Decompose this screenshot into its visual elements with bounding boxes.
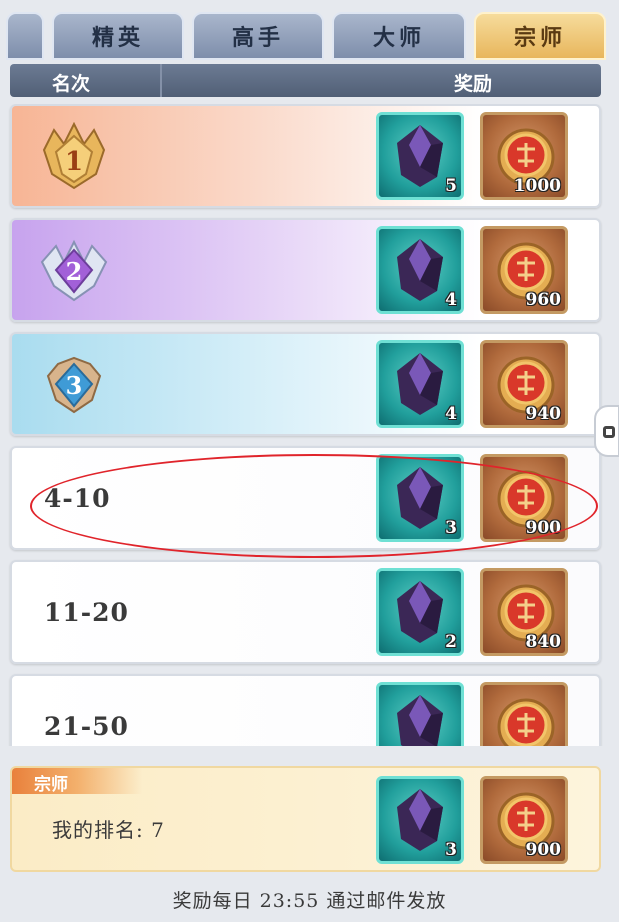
- reward-row: 11-20 2 840: [10, 560, 601, 664]
- coin-quantity: 900: [525, 840, 562, 860]
- coin-reward[interactable]: 940: [480, 340, 568, 428]
- tier-tag: 宗师: [12, 768, 142, 795]
- reward-row: 1 5 1000: [10, 104, 601, 208]
- reward-row: 3 4 940: [10, 332, 601, 436]
- crystal-reward[interactable]: 3: [376, 776, 464, 864]
- crystal-quantity: 4: [445, 290, 457, 310]
- tab-grandmaster[interactable]: 宗师: [474, 12, 606, 60]
- crystal-icon: [397, 239, 443, 301]
- coin-reward[interactable]: 840: [480, 568, 568, 656]
- coin-reward[interactable]: [480, 682, 568, 746]
- highlight-ellipse: [30, 454, 598, 558]
- crystal-quantity: 3: [445, 840, 457, 860]
- crystal-icon: [397, 125, 443, 187]
- reward-column-label: 奖励: [454, 73, 493, 95]
- panel-toggle-icon: [603, 426, 615, 438]
- crystal-quantity: 2: [445, 632, 457, 652]
- tab-edge: [6, 12, 44, 60]
- crystal-icon: [397, 695, 443, 746]
- coin-quantity: 1000: [513, 176, 561, 196]
- rank-range: 21-50: [44, 712, 129, 741]
- reward-row: 21-50: [10, 674, 601, 746]
- rank-number: 2: [66, 257, 83, 286]
- medal-coin-icon: [497, 698, 555, 746]
- crystal-icon: [397, 789, 443, 851]
- crystal-reward[interactable]: 2: [376, 568, 464, 656]
- coin-quantity: 940: [525, 404, 562, 424]
- crystal-icon: [397, 581, 443, 643]
- rank-number: 1: [65, 147, 83, 177]
- crystal-icon: [397, 353, 443, 415]
- reward-list[interactable]: 1 5 1000 2 4 960 3 4 940 4-10 3 900 11-2…: [0, 104, 619, 746]
- column-header: 名次 奖励: [10, 64, 601, 97]
- rank-number: 3: [66, 371, 83, 400]
- crystal-quantity: 5: [445, 176, 457, 196]
- my-ranking-panel: 宗师 我的排名: 7 3 900: [10, 766, 601, 872]
- rank-badge-icon: 3: [34, 350, 114, 420]
- tab-expert[interactable]: 高手: [192, 12, 324, 60]
- tab-master[interactable]: 大师: [332, 12, 466, 60]
- rank-badge-icon: 2: [34, 236, 114, 306]
- coin-quantity: 840: [525, 632, 562, 652]
- reward-row: 2 4 960: [10, 218, 601, 322]
- side-panel-handle[interactable]: [594, 405, 619, 457]
- crystal-reward[interactable]: 4: [376, 226, 464, 314]
- coin-quantity: 960: [525, 290, 562, 310]
- coin-reward[interactable]: 1000: [480, 112, 568, 200]
- tab-elite[interactable]: 精英: [52, 12, 184, 60]
- crystal-reward[interactable]: 4: [376, 340, 464, 428]
- rank-column-label: 名次: [52, 73, 91, 95]
- coin-reward[interactable]: 960: [480, 226, 568, 314]
- coin-reward[interactable]: 900: [480, 776, 568, 864]
- rank-badge-icon: 1: [34, 121, 114, 192]
- reward-schedule-note: 奖励每日 23:55 通过邮件发放: [172, 890, 447, 912]
- tier-tabs: 精英 高手 大师 宗师: [0, 8, 619, 60]
- crystal-quantity: 4: [445, 404, 457, 424]
- my-rank-text: 我的排名: 7: [52, 818, 165, 842]
- rank-range: 11-20: [44, 598, 129, 627]
- crystal-reward[interactable]: [376, 682, 464, 746]
- header-divider: [160, 64, 162, 97]
- crystal-reward[interactable]: 5: [376, 112, 464, 200]
